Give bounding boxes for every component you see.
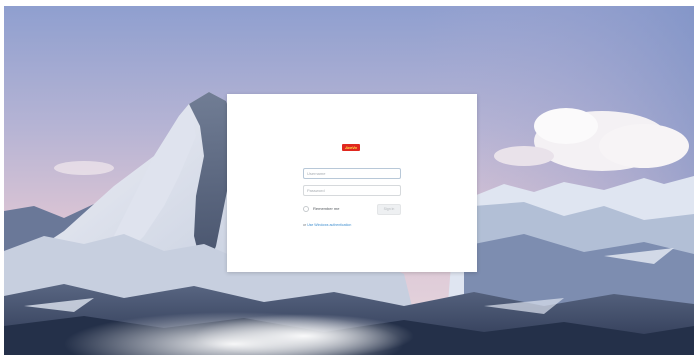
remember-me-label: Remember me <box>313 206 340 211</box>
windows-auth-link[interactable]: Use Windows authentication <box>307 223 351 227</box>
brand-logo-text: AceVo <box>345 145 357 150</box>
alt-login-line: or Use Windows authentication <box>303 223 351 227</box>
background-frame: AceVo Remember me Sign in or Use Windows… <box>4 6 694 355</box>
username-input[interactable] <box>303 168 401 179</box>
login-card: AceVo Remember me Sign in or Use Windows… <box>227 94 477 272</box>
sign-in-button[interactable]: Sign in <box>377 204 401 215</box>
alt-login-prefix: or <box>303 223 307 227</box>
remember-me-row[interactable]: Remember me <box>303 204 339 214</box>
remember-me-checkbox[interactable] <box>303 206 309 212</box>
password-input[interactable] <box>303 185 401 196</box>
